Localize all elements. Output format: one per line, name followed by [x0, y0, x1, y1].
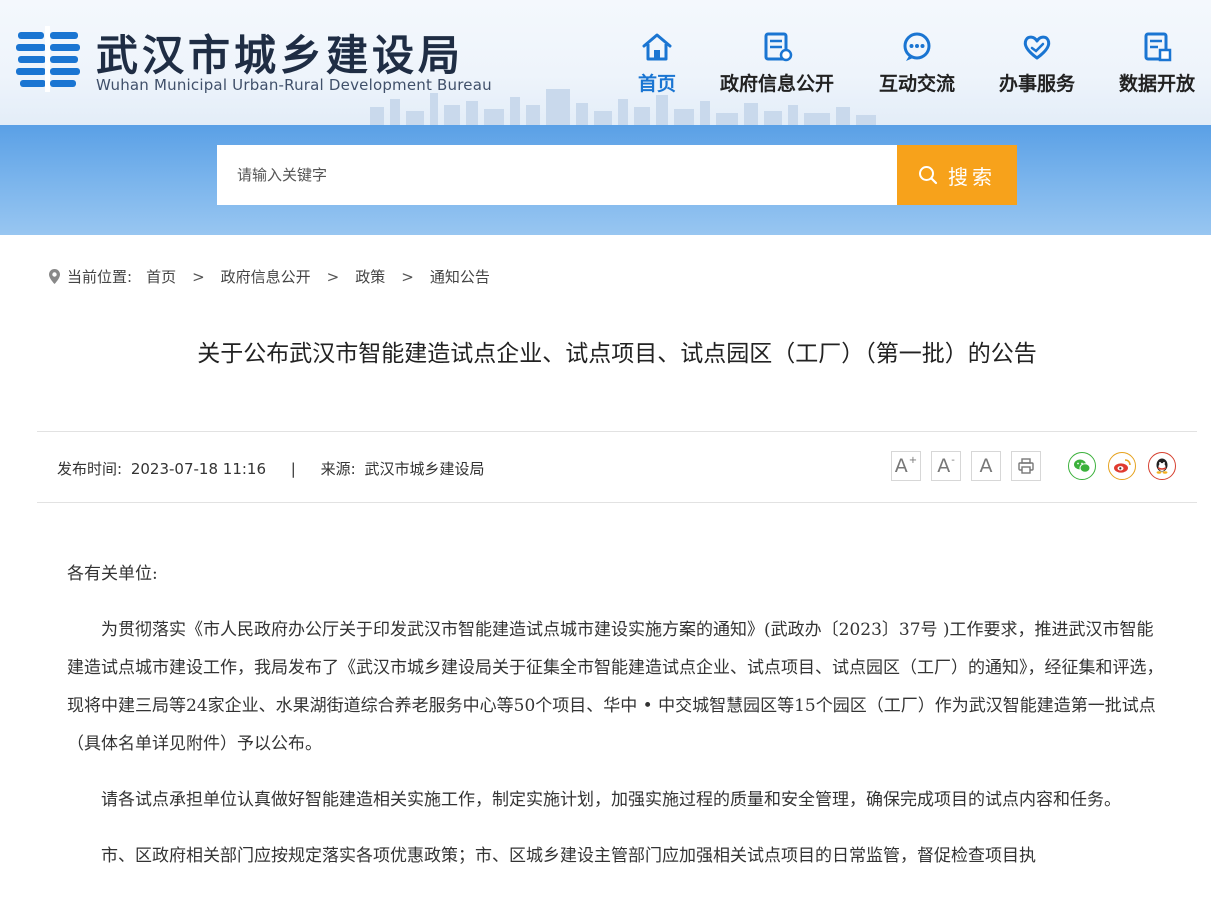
nav-item-gov-info[interactable]: 政府信息公开	[717, 30, 837, 100]
breadcrumb-separator: >	[192, 267, 205, 286]
font-reset-button[interactable]: A	[971, 451, 1001, 481]
share-wechat-button[interactable]	[1068, 452, 1096, 480]
meta-divider-bottom	[37, 502, 1197, 503]
nav-label-open-data: 数据开放	[1118, 73, 1195, 95]
breadcrumb-separator: >	[326, 267, 340, 286]
nav-label-gov-info: 政府信息公开	[719, 73, 834, 95]
weibo-icon	[1114, 459, 1131, 473]
meta-divider-top	[37, 431, 1197, 432]
qq-penguin-icon	[1156, 458, 1168, 474]
breadcrumb-prefix: 当前位置:	[67, 268, 133, 286]
nav-item-open-data[interactable]: 数据开放	[1097, 30, 1211, 100]
nav-item-interaction[interactable]: 互动交流	[857, 30, 977, 100]
source-value: 武汉市城乡建设局	[364, 460, 485, 478]
breadcrumb-item-gov-info[interactable]: 政府信息公开	[221, 266, 311, 287]
search-button[interactable]: 搜索	[897, 145, 1017, 205]
article-title: 关于公布武汉市智能建造试点企业、试点项目、试点园区（工厂）（第一批）的公告	[197, 341, 1037, 367]
font-larger-label: A	[894, 455, 908, 477]
nav-item-services[interactable]: 办事服务	[977, 30, 1097, 100]
heart-hand-icon	[1023, 35, 1051, 60]
body-paragraph: 请各试点承担单位认真做好智能建造相关实施工作，制定实施计划，加强实施过程的质量和…	[101, 790, 1121, 810]
body-paragraph: 市、区政府相关部门应按规定落实各项优惠政策；市、区城乡建设主管部门应加强相关试点…	[101, 846, 1036, 866]
share-qq-button[interactable]	[1148, 452, 1176, 480]
site-title: 武汉市城乡建设局	[96, 31, 465, 80]
breadcrumb-item-notice[interactable]: 通知公告	[430, 266, 490, 287]
font-smaller-button[interactable]: A-	[931, 451, 961, 481]
document-icon	[764, 32, 793, 62]
breadcrumb-separator: >	[401, 267, 414, 286]
nav-label-services: 办事服务	[998, 73, 1075, 95]
search-icon	[919, 166, 938, 185]
site-subtitle: Wuhan Municipal Urban-Rural Development …	[96, 76, 492, 94]
site-header: 武汉市城乡建设局 Wuhan Municipal Urban-Rural Dev…	[0, 0, 1211, 125]
font-larger-mark: +	[908, 454, 918, 466]
chat-bubble-icon	[903, 32, 931, 61]
breadcrumb-item-policy[interactable]: 政策	[355, 266, 385, 287]
home-icon	[642, 33, 672, 61]
meta-divider: |	[290, 460, 296, 478]
data-report-icon	[1144, 32, 1172, 62]
font-smaller-mark: -	[951, 454, 955, 466]
nav-item-home[interactable]: 首页	[597, 30, 717, 100]
publish-time-label: 发布时间:	[57, 460, 123, 478]
font-larger-button[interactable]: A +	[891, 451, 921, 481]
breadcrumb-item-home[interactable]: 首页	[146, 266, 176, 287]
source-label: 来源:	[320, 460, 356, 478]
publish-time: 2023-07-18 11:16	[130, 460, 267, 478]
printer-icon	[1018, 458, 1034, 474]
print-button[interactable]	[1011, 451, 1041, 481]
font-smaller-label: A	[937, 455, 951, 477]
search-button-label: 搜索	[948, 164, 996, 189]
body-paragraph: 各有关单位:	[67, 564, 158, 584]
bureau-logo-icon	[16, 26, 80, 92]
article-meta: 发布时间: 2023-07-18 11:16 | 来源: 武汉市城乡建设局	[57, 458, 485, 479]
breadcrumb: 当前位置: 首页 > 政府信息公开 > 政策 > 通知公告	[48, 266, 490, 287]
nav-label-interaction: 互动交流	[878, 73, 955, 95]
wechat-icon	[1074, 459, 1091, 473]
article-body: 各有关单位: 为贯彻落实《市人民政府办公厅关于印发武汉市智能建造试点城市建设实施…	[67, 555, 1167, 893]
location-pin-icon	[49, 269, 60, 284]
nav-label-home: 首页	[637, 73, 676, 95]
font-reset-label: A	[979, 455, 993, 477]
body-paragraph: 为贯彻落实《市人民政府办公厅关于印发武汉市智能建造试点城市建设实施方案的通知》(…	[67, 620, 1164, 754]
share-weibo-button[interactable]	[1108, 452, 1136, 480]
search-input[interactable]	[217, 145, 897, 205]
